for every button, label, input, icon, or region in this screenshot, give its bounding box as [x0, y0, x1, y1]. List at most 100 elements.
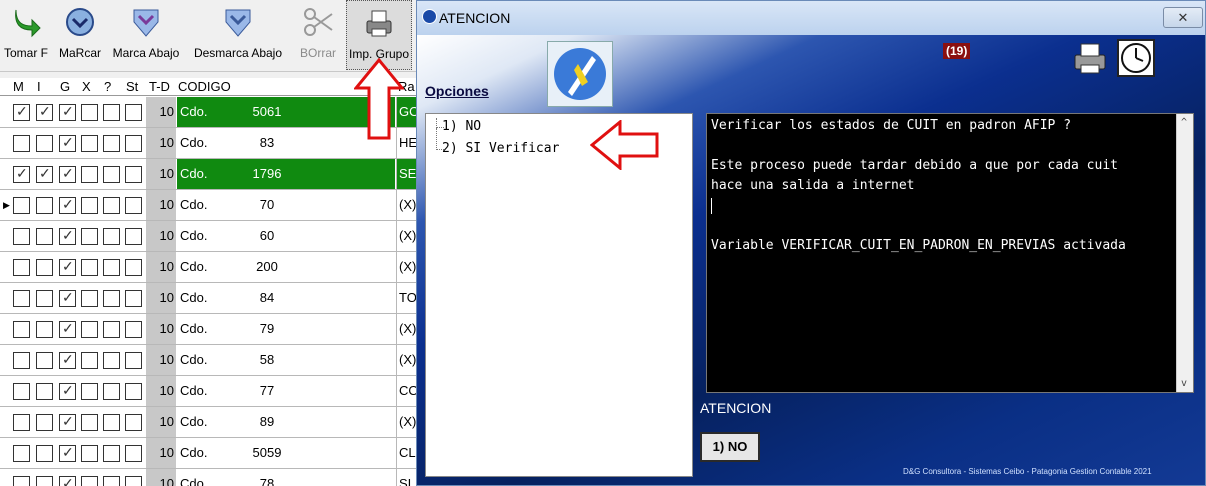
checkbox-st[interactable] — [125, 135, 142, 152]
razon-cell[interactable]: CO — [396, 376, 416, 406]
checkbox-g[interactable] — [59, 103, 76, 121]
checkbox-i[interactable] — [36, 165, 53, 183]
table-row[interactable]: 10 Cdo. 58 (X) — [0, 345, 416, 376]
checkbox-st[interactable] — [125, 259, 142, 276]
close-button[interactable]: ✕ — [1163, 7, 1203, 28]
checkbox-x[interactable] — [81, 414, 98, 431]
checkbox-m[interactable] — [13, 228, 30, 245]
checkbox-i[interactable] — [36, 476, 53, 486]
checkbox-m[interactable] — [13, 445, 30, 462]
checkbox-x[interactable] — [81, 259, 98, 276]
checkbox-q[interactable] — [103, 383, 120, 400]
checkbox-q[interactable] — [103, 352, 120, 369]
razon-cell[interactable]: (X) — [396, 221, 416, 251]
checkbox-st[interactable] — [125, 228, 142, 245]
printer-icon[interactable] — [1071, 41, 1111, 77]
codigo-cell[interactable]: Cdo. 77 — [177, 376, 395, 406]
codigo-cell[interactable]: Cdo. 60 — [177, 221, 395, 251]
checkbox-st[interactable] — [125, 290, 142, 307]
checkbox-i[interactable] — [36, 290, 53, 307]
checkbox-m[interactable] — [13, 290, 30, 307]
razon-cell[interactable]: CL — [396, 438, 416, 468]
checkbox-m[interactable] — [13, 135, 30, 152]
checkbox-x[interactable] — [81, 290, 98, 307]
checkbox-x[interactable] — [81, 476, 98, 486]
checkbox-q[interactable] — [103, 290, 120, 307]
codigo-cell[interactable]: Cdo. 79 — [177, 314, 395, 344]
checkbox-q[interactable] — [103, 476, 120, 486]
checkbox-i[interactable] — [36, 259, 53, 276]
checkbox-g[interactable] — [59, 475, 76, 486]
codigo-cell[interactable]: Cdo. 84 — [177, 283, 395, 313]
checkbox-m[interactable] — [13, 383, 30, 400]
codigo-cell[interactable]: Cdo. 89 — [177, 407, 395, 437]
clock-icon[interactable] — [1117, 39, 1155, 77]
checkbox-st[interactable] — [125, 383, 142, 400]
checkbox-q[interactable] — [103, 197, 120, 214]
razon-cell[interactable]: (X) — [396, 407, 416, 437]
checkbox-m[interactable] — [13, 352, 30, 369]
borrar-button[interactable]: BOrrar — [292, 0, 344, 70]
checkbox-i[interactable] — [36, 103, 53, 121]
table-row[interactable]: ▶ 10 Cdo. 70 (X) — [0, 190, 416, 221]
no-button[interactable]: 1) NO — [700, 432, 760, 462]
codigo-cell[interactable]: Cdo. 200 — [177, 252, 395, 282]
marcar-button[interactable]: MaRcar — [54, 0, 106, 70]
tomar-button[interactable]: Tomar F — [0, 0, 52, 70]
checkbox-m[interactable] — [13, 321, 30, 338]
codigo-cell[interactable]: Cdo. 1796 — [177, 159, 395, 189]
checkbox-i[interactable] — [36, 414, 53, 431]
checkbox-x[interactable] — [81, 383, 98, 400]
checkbox-m[interactable] — [13, 259, 30, 276]
checkbox-i[interactable] — [36, 352, 53, 369]
codigo-cell[interactable]: Cdo. 5059 — [177, 438, 395, 468]
checkbox-g[interactable] — [59, 165, 76, 183]
checkbox-x[interactable] — [81, 166, 98, 183]
checkbox-m[interactable] — [13, 165, 30, 183]
table-row[interactable]: 10 Cdo. 84 TO — [0, 283, 416, 314]
checkbox-m[interactable] — [13, 476, 30, 486]
checkbox-x[interactable] — [81, 445, 98, 462]
checkbox-st[interactable] — [125, 414, 142, 431]
checkbox-x[interactable] — [81, 104, 98, 121]
checkbox-st[interactable] — [125, 445, 142, 462]
razon-cell[interactable]: (X) — [396, 345, 416, 375]
table-row[interactable]: 10 Cdo. 5059 CL — [0, 438, 416, 469]
marca-abajo-button[interactable]: Marca Abajo — [108, 0, 184, 70]
razon-cell[interactable]: SE — [396, 159, 416, 189]
checkbox-q[interactable] — [103, 104, 120, 121]
checkbox-g[interactable] — [59, 258, 76, 276]
checkbox-g[interactable] — [59, 289, 76, 307]
razon-cell[interactable]: TO — [396, 283, 416, 313]
scroll-down-icon[interactable]: v — [1181, 378, 1187, 389]
codigo-cell[interactable]: Cdo. 70 — [177, 190, 395, 220]
checkbox-x[interactable] — [81, 228, 98, 245]
checkbox-st[interactable] — [125, 104, 142, 121]
checkbox-x[interactable] — [81, 321, 98, 338]
checkbox-g[interactable] — [59, 382, 76, 400]
scroll-up-icon[interactable]: ^ — [1181, 117, 1187, 128]
razon-cell[interactable]: (X) — [396, 252, 416, 282]
table-row[interactable]: 10 Cdo. 79 (X) — [0, 314, 416, 345]
razon-cell[interactable]: (X) — [396, 314, 416, 344]
checkbox-m[interactable] — [13, 197, 30, 214]
checkbox-g[interactable] — [59, 196, 76, 214]
table-row[interactable]: 10 Cdo. 77 CO — [0, 376, 416, 407]
checkbox-m[interactable] — [13, 103, 30, 121]
table-row[interactable]: 10 Cdo. 89 (X) — [0, 407, 416, 438]
checkbox-g[interactable] — [59, 413, 76, 431]
codigo-cell[interactable]: Cdo. 58 — [177, 345, 395, 375]
message-scrollbar[interactable]: ^ v — [1176, 114, 1193, 392]
option-no[interactable]: 1) NO — [442, 119, 481, 134]
checkbox-g[interactable] — [59, 444, 76, 462]
checkbox-i[interactable] — [36, 445, 53, 462]
checkbox-g[interactable] — [59, 351, 76, 369]
checkbox-x[interactable] — [81, 135, 98, 152]
razon-cell[interactable]: SI — [396, 469, 416, 486]
checkbox-q[interactable] — [103, 166, 120, 183]
table-row[interactable]: 10 Cdo. 78 SI — [0, 469, 416, 486]
checkbox-st[interactable] — [125, 321, 142, 338]
codigo-cell[interactable]: Cdo. 78 — [177, 469, 395, 486]
desmarca-abajo-button[interactable]: Desmarca Abajo — [186, 0, 290, 70]
checkbox-m[interactable] — [13, 414, 30, 431]
